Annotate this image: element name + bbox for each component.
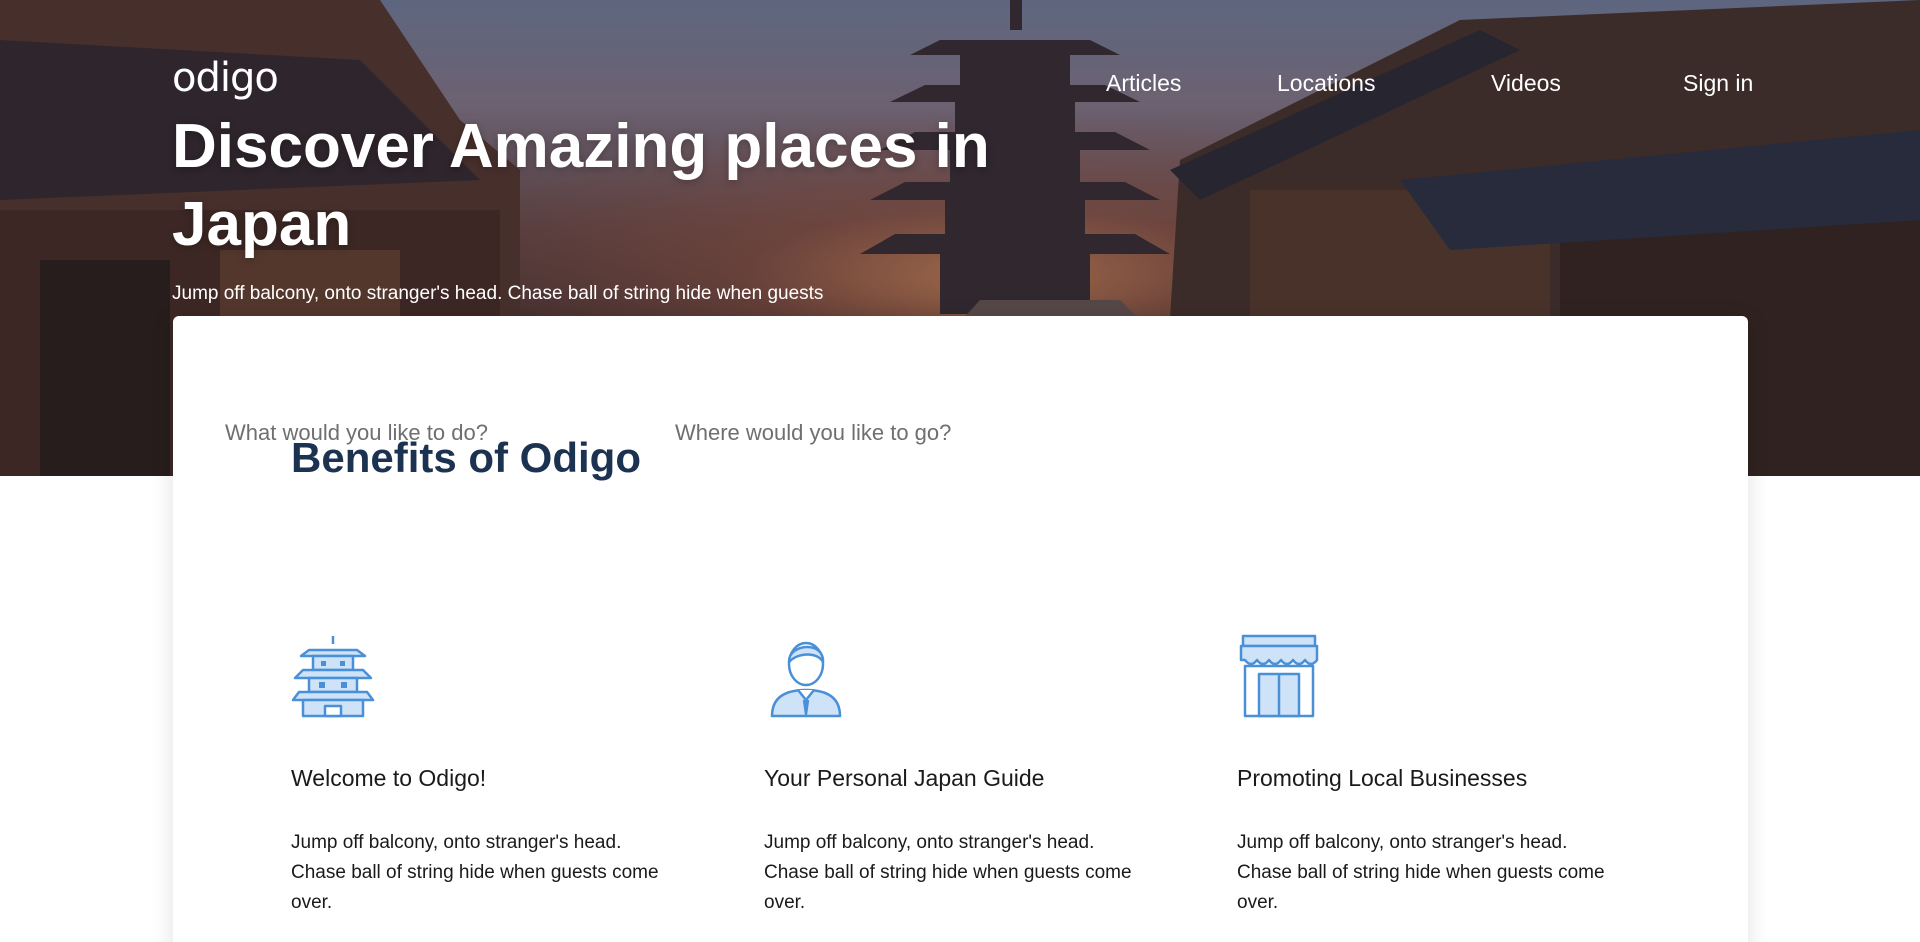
top-navigation: odigo Articles Locations Videos Sign in — [0, 0, 1920, 110]
person-icon — [770, 641, 842, 718]
benefit-text: Jump off balcony, onto stranger's head. … — [764, 832, 1132, 913]
hero-subtitle: Jump off balcony, onto stranger's head. … — [172, 283, 824, 304]
benefit-text: Jump off balcony, onto stranger's head. … — [291, 832, 659, 913]
storefront-icon — [1239, 634, 1319, 718]
benefit-title: Your Personal Japan Guide — [764, 765, 1045, 791]
nav-locations[interactable]: Locations — [1277, 70, 1375, 97]
location-search-input[interactable] — [675, 416, 1115, 450]
benefits-title: Benefits of Odigo — [291, 434, 641, 481]
benefit-text: Jump off balcony, onto stranger's head. … — [1237, 832, 1605, 913]
content-card: Benefits of Odigo Welcome to Odigo! Jump… — [173, 316, 1748, 942]
benefit-card-guide: Your Personal Japan Guide Jump off balco… — [764, 634, 1164, 918]
benefit-title: Welcome to Odigo! — [291, 765, 487, 791]
pagoda-icon — [291, 636, 375, 718]
benefit-card-welcome: Welcome to Odigo! Jump off balcony, onto… — [291, 634, 691, 918]
nav-sign-in[interactable]: Sign in — [1683, 70, 1753, 97]
hero-title: Discover Amazing places in Japan — [172, 112, 990, 259]
benefit-title: Promoting Local Businesses — [1237, 765, 1528, 791]
nav-videos[interactable]: Videos — [1491, 70, 1561, 97]
nav-articles[interactable]: Articles — [1106, 70, 1181, 97]
odigo-logo[interactable]: odigo — [172, 58, 279, 98]
benefit-card-local-business: Promoting Local Businesses Jump off balc… — [1237, 634, 1637, 918]
